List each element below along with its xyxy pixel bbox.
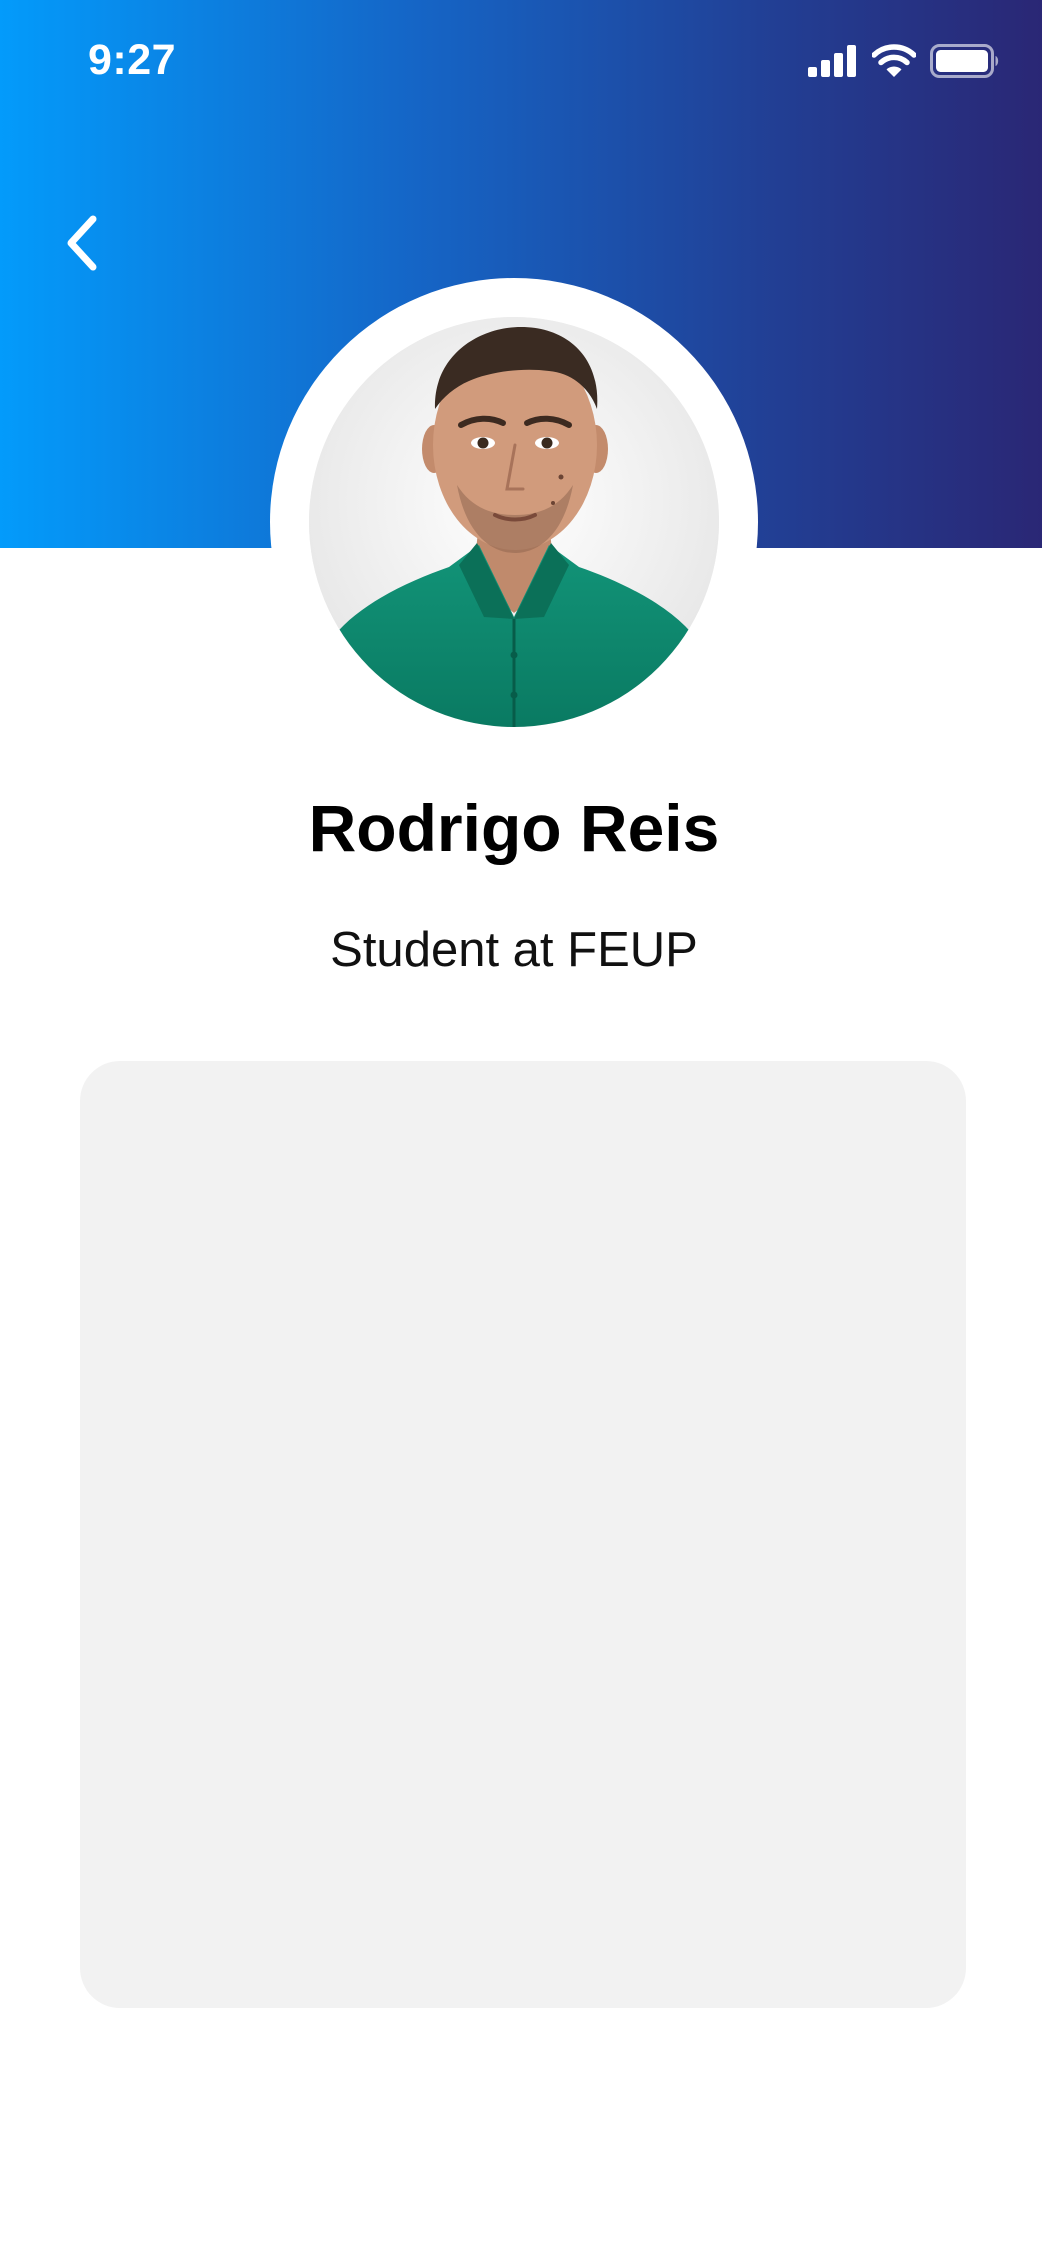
profile-subtitle: Student at FEUP (330, 923, 698, 977)
avatar-ring (270, 278, 758, 766)
avatar-portrait (309, 317, 719, 727)
profile-name: Rodrigo Reis (308, 791, 720, 865)
battery-icon (930, 44, 1000, 78)
cellular-signal-icon (808, 45, 858, 77)
wifi-icon (872, 44, 916, 78)
avatar[interactable] (309, 317, 719, 727)
status-bar: 9:27 (0, 0, 1042, 130)
status-time: 9:27 (88, 36, 177, 84)
chevron-left-icon (63, 214, 103, 277)
back-button[interactable] (48, 205, 118, 285)
content-card (80, 1061, 966, 2008)
status-icons (808, 44, 1000, 78)
